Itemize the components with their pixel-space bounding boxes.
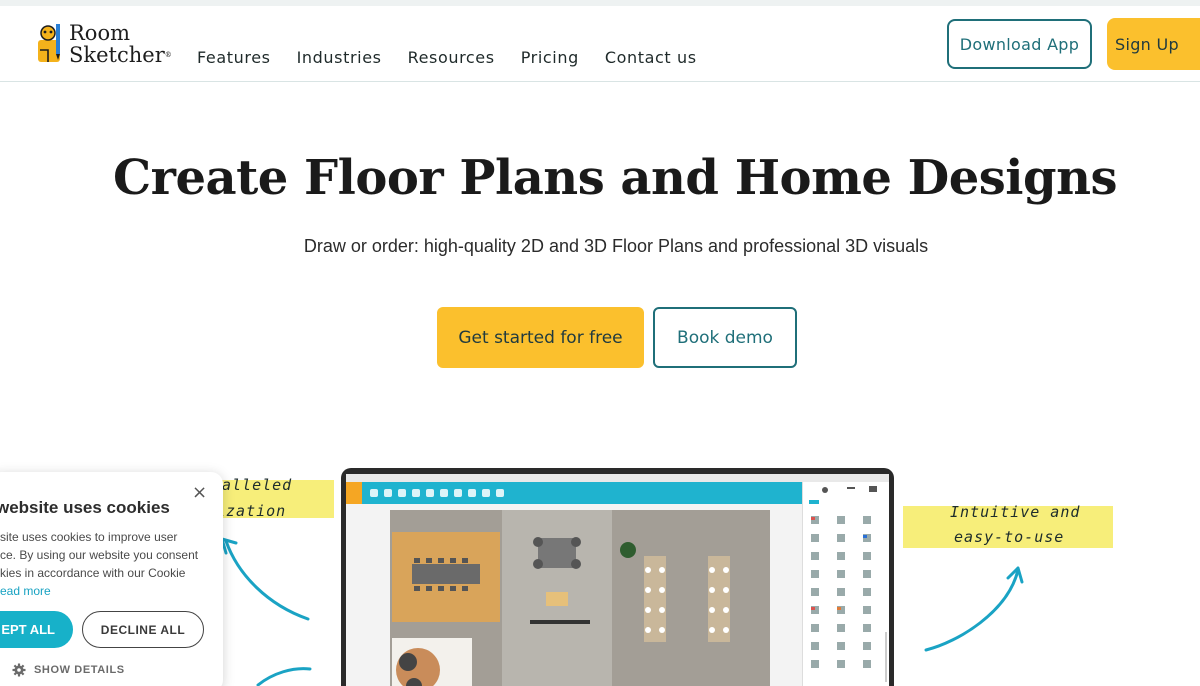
tool-icon [468, 489, 476, 497]
logo-wordmark: Room Sketcher® [69, 22, 172, 66]
cookie-show-details[interactable]: SHOW DETAILS [12, 663, 125, 677]
cookie-text-line2: ce. By using our website you consent [0, 548, 199, 562]
tool-icon [426, 489, 434, 497]
furniture-catalog-panel [791, 482, 889, 686]
book-demo-button[interactable]: Book demo [653, 307, 797, 368]
nav-pricing[interactable]: Pricing [521, 48, 579, 67]
save-icon [370, 489, 378, 497]
logo-line2: Sketcher [69, 43, 165, 67]
cookie-text-line1: site uses cookies to improve user [0, 530, 178, 544]
gear-icon [12, 663, 26, 677]
app-screen [346, 474, 889, 686]
hero-title: Create Floor Plans and Home Designs [112, 150, 1118, 206]
main-nav: Features Industries Resources Pricing Co… [197, 48, 697, 67]
layers-icon [384, 489, 392, 497]
nav-features[interactable]: Features [197, 48, 271, 67]
catalog-thumbnails [791, 486, 887, 682]
floor-plan-illustration [390, 510, 770, 686]
logo-mascot-icon [38, 24, 60, 62]
app-titlebar [346, 474, 889, 482]
right-arrow-icon [924, 566, 1024, 652]
undo-icon [398, 489, 406, 497]
cookie-title: website uses cookies [0, 498, 170, 517]
sign-up-button[interactable]: Sign Up [1107, 18, 1200, 70]
logo-line1: Room [69, 21, 131, 45]
cookie-accept-all-button[interactable]: EPT ALL [0, 611, 73, 648]
cookie-banner: website uses cookies × site uses cookies… [0, 472, 223, 686]
left-annotation-line1: alleled [222, 476, 293, 494]
nav-resources[interactable]: Resources [408, 48, 495, 67]
logo-registered-mark: ® [164, 51, 172, 59]
cookie-close-icon[interactable]: × [192, 482, 207, 503]
left-arrow-icon [220, 537, 312, 686]
download-app-button[interactable]: Download App [947, 19, 1092, 69]
app-toolbar [346, 482, 802, 504]
left-annotation-line2: ization [216, 502, 287, 520]
hero-subtitle: Draw or order: high-quality 2D and 3D Fl… [303, 236, 929, 256]
show-details-label: SHOW DETAILS [34, 664, 125, 676]
laptop-mockup [341, 468, 894, 686]
tool-icon [496, 489, 504, 497]
site-header: Room Sketcher® Features Industries Resou… [0, 6, 1200, 82]
right-annotation-line2: easy-to-use [954, 528, 1065, 546]
nav-contact-us[interactable]: Contact us [605, 48, 697, 67]
right-annotation-line1: Intuitive and [950, 503, 1081, 521]
tool-icon [440, 489, 448, 497]
tool-icon [454, 489, 462, 497]
cookie-decline-all-button[interactable]: DECLINE ALL [82, 611, 204, 648]
get-started-button[interactable]: Get started for free [437, 307, 644, 368]
app-menu-icon [346, 482, 362, 504]
cookie-text-line3: kies in accordance with our Cookie [0, 566, 186, 580]
roomsketcher-logo[interactable]: Room Sketcher® [34, 20, 172, 70]
nav-industries[interactable]: Industries [297, 48, 382, 67]
redo-icon [412, 489, 420, 497]
cookie-read-more-link[interactable]: ead more [0, 584, 51, 598]
tool-icon [482, 489, 490, 497]
